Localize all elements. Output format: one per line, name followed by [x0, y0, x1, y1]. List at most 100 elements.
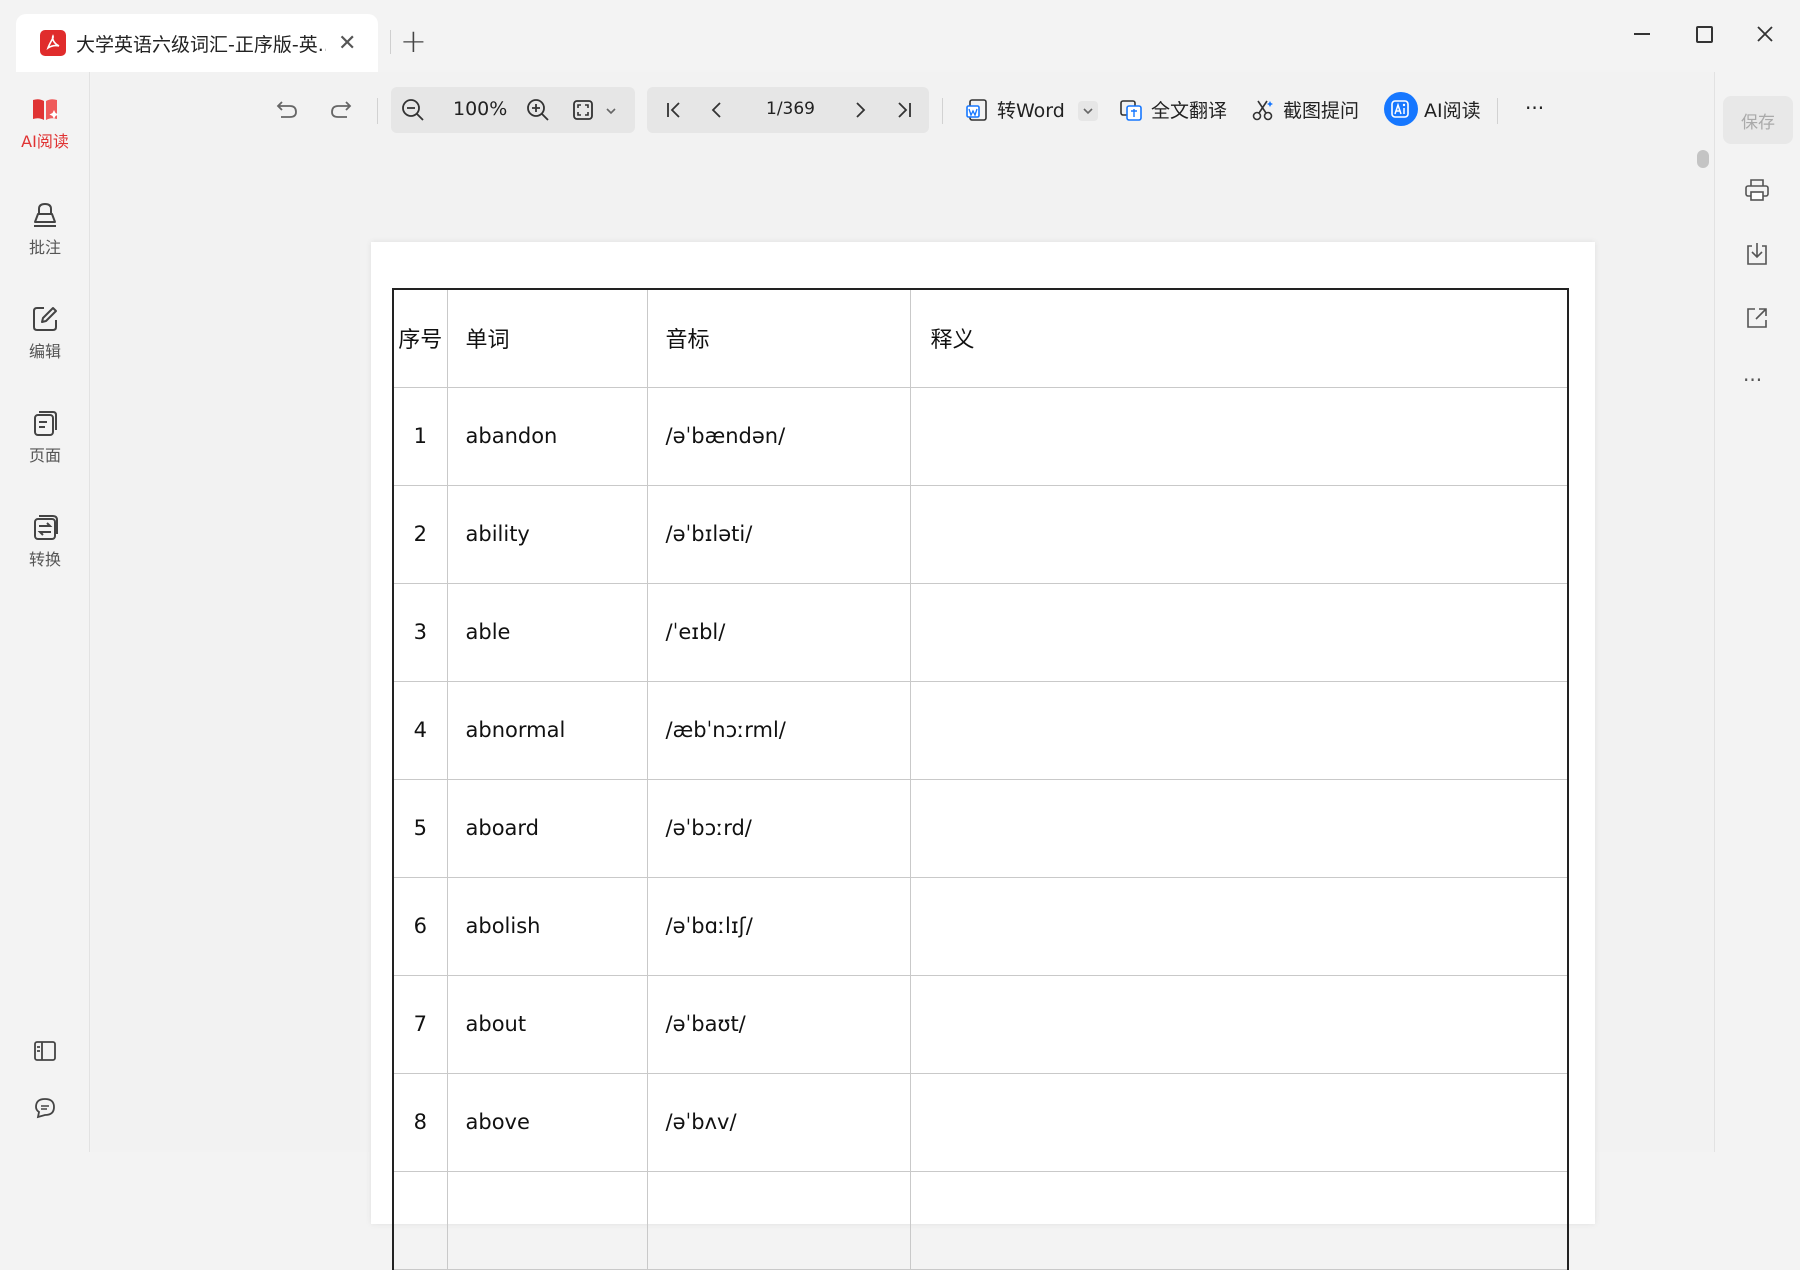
fit-options-dropdown[interactable]: [602, 102, 620, 120]
toolbar-divider: [942, 98, 943, 124]
vertical-scrollbar[interactable]: [1697, 150, 1709, 168]
index-cell: 2: [392, 484, 448, 584]
chevron-down-icon: [606, 108, 616, 115]
phonetic-cell: /ˈeɪbl/: [646, 582, 911, 682]
undo-button[interactable]: [268, 94, 304, 126]
new-tab-button[interactable]: +: [400, 22, 427, 60]
table-row: [392, 1170, 1569, 1270]
download-icon[interactable]: [1743, 240, 1771, 268]
table-header-cell: 单词: [446, 288, 648, 388]
ai-read-button[interactable]: AI阅读: [1384, 92, 1481, 126]
ai-read-badge-icon: [1384, 92, 1418, 126]
close-window-button[interactable]: [1745, 14, 1785, 54]
share-icon[interactable]: [1743, 304, 1771, 332]
index-cell: 8: [392, 1072, 448, 1172]
right-panel: 保存 ···: [1714, 72, 1800, 1152]
screenshot-ask-button[interactable]: 截图提问: [1251, 96, 1359, 123]
full-translate-label: 全文翻译: [1151, 100, 1228, 122]
last-page-button[interactable]: [886, 94, 922, 126]
phonetic-cell: /əˈbɑːlɪʃ/: [646, 876, 911, 976]
more-icon[interactable]: ···: [1743, 368, 1762, 392]
index-cell: 6: [392, 876, 448, 976]
table-row: 5 aboard/əˈbɔːrd/: [392, 778, 1569, 878]
undo-icon: [276, 101, 297, 118]
main-area: 100% 1/369 转Word 全文翻译 截图提问 AI阅读 ··· 序号 单…: [91, 72, 1714, 1270]
table-row: 7 about/əˈbaʊt/: [392, 974, 1569, 1074]
first-page-button[interactable]: [656, 94, 692, 126]
minimize-button[interactable]: [1622, 14, 1662, 54]
index-cell: 5: [392, 778, 448, 878]
phonetic-cell: [646, 1170, 911, 1270]
toolbar: 100% 1/369 转Word 全文翻译 截图提问 AI阅读 ···: [91, 72, 1714, 148]
fit-page-icon: [573, 100, 593, 120]
chevron-right-icon: [856, 102, 866, 118]
fit-page-button[interactable]: [565, 94, 601, 126]
save-button[interactable]: 保存: [1723, 96, 1793, 144]
meaning-cell: [909, 778, 1569, 878]
pages-icon: [34, 411, 57, 436]
maximize-icon: [1695, 25, 1713, 43]
page-indicator[interactable]: 1/369: [766, 99, 815, 119]
comment-icon[interactable]: [33, 1096, 57, 1120]
phonetic-cell: /əˈbɔːrd/: [646, 778, 911, 878]
previous-page-button[interactable]: [699, 94, 735, 126]
sidebar-item-ai-read[interactable]: AI阅读: [0, 94, 90, 152]
meaning-cell: [909, 680, 1569, 780]
zoom-out-button[interactable]: [395, 94, 431, 126]
convert-icon: [34, 515, 58, 540]
scissors-icon: [1252, 100, 1273, 120]
full-translate-button[interactable]: 全文翻译: [1119, 96, 1227, 123]
panel-toggle-icon[interactable]: [33, 1040, 57, 1062]
document-tab[interactable]: 大学英语六级词汇-正序版-英... ✕: [16, 14, 378, 72]
sidebar-item-label: 编辑: [28, 342, 61, 361]
zoom-level[interactable]: 100%: [453, 98, 507, 120]
toolbar-divider: [377, 98, 378, 124]
phonetic-cell: /æbˈnɔːrml/: [646, 680, 911, 780]
table-row: 3 able/ˈeɪbl/: [392, 582, 1569, 682]
chevron-left-icon: [711, 102, 721, 118]
meaning-cell: [909, 386, 1569, 486]
sidebar-item-edit[interactable]: 编辑: [0, 304, 90, 362]
redo-button[interactable]: [324, 94, 360, 126]
next-page-button[interactable]: [842, 94, 878, 126]
phonetic-cell: /əˈbɪləti/: [646, 484, 911, 584]
ai-read-label: AI阅读: [1424, 99, 1481, 122]
to-word-label: 转Word: [997, 100, 1065, 122]
to-word-dropdown[interactable]: [1078, 101, 1098, 121]
table-row: 4 abnormal/æbˈnɔːrml/: [392, 680, 1569, 780]
table-header-cell: 释义: [909, 288, 1569, 388]
maximize-button[interactable]: [1684, 14, 1724, 54]
to-word-button[interactable]: 转Word: [965, 96, 1065, 123]
sidebar-item-label: 页面: [28, 446, 61, 465]
meaning-cell: [909, 974, 1569, 1074]
annotate-icon: [34, 202, 56, 227]
sidebar-item-pages[interactable]: 页面: [0, 408, 90, 466]
sidebar-item-label: 转换: [28, 550, 61, 569]
word-cell: ability: [446, 484, 648, 584]
table-row: 6 abolish/əˈbɑːlɪʃ/: [392, 876, 1569, 976]
sidebar-item-annotate[interactable]: 批注: [0, 200, 90, 258]
meaning-cell: [909, 582, 1569, 682]
translate-icon: [1120, 99, 1142, 121]
ai-read-icon: [33, 99, 59, 120]
more-options-button[interactable]: ···: [1525, 96, 1544, 120]
meaning-cell: [909, 1170, 1569, 1270]
phonetic-cell: /əˈbaʊt/: [646, 974, 911, 1074]
sidebar-item-label: 批注: [28, 238, 61, 257]
word-cell: above: [446, 1072, 648, 1172]
word-cell: [446, 1170, 648, 1270]
print-icon[interactable]: [1743, 176, 1771, 204]
meaning-cell: [909, 484, 1569, 584]
tab-separator: [390, 30, 391, 54]
sidebar-item-convert[interactable]: 转换: [0, 512, 90, 570]
table-row: 1 abandon/əˈbændən/: [392, 386, 1569, 486]
zoom-in-button[interactable]: [520, 94, 556, 126]
redo-icon: [331, 101, 352, 118]
word-cell: abnormal: [446, 680, 648, 780]
table-row: 2 ability/əˈbɪləti/: [392, 484, 1569, 584]
word-cell: about: [446, 974, 648, 1074]
close-tab-icon[interactable]: ✕: [338, 31, 356, 56]
index-cell: 7: [392, 974, 448, 1074]
edit-icon: [33, 307, 57, 331]
close-icon: [1757, 26, 1773, 42]
